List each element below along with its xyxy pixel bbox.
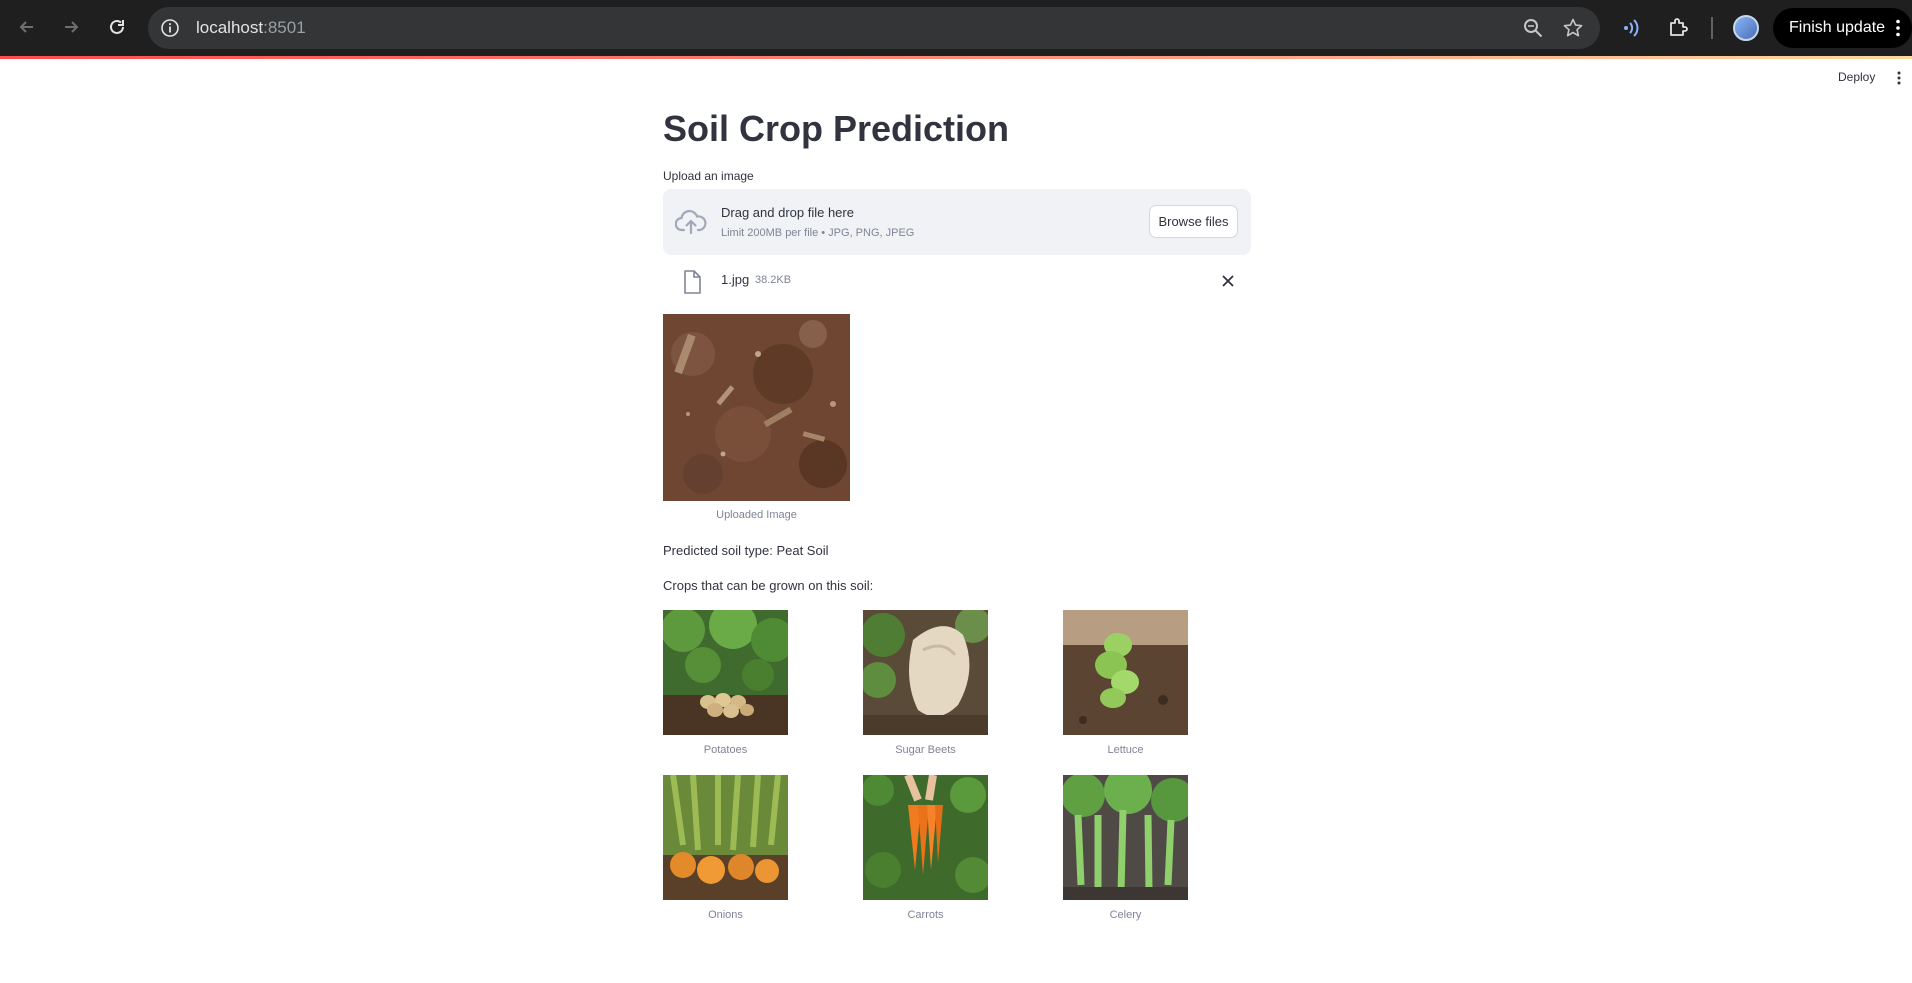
main-menu-icon[interactable] (1897, 71, 1901, 85)
arrow-left-icon (19, 21, 33, 33)
address-bar[interactable]: localhost:8501 (148, 7, 1600, 49)
crop-caption-onions: Onions (708, 909, 743, 921)
finish-update-label: Finish update (1789, 19, 1886, 36)
browse-files-button[interactable]: Browse files (1149, 205, 1238, 238)
extensions-puzzle-icon[interactable] (1666, 16, 1690, 40)
crop-caption-carrots: Carrots (907, 909, 944, 921)
crop-image-sugar-beets (863, 610, 988, 735)
crop-image-potatoes (663, 610, 788, 735)
crop-image-carrots (863, 775, 988, 900)
dropzone-title: Drag and drop file here (721, 205, 854, 220)
page-title: Soil Crop Prediction (663, 108, 1010, 149)
arrow-right-icon (65, 21, 79, 33)
crop-image-lettuce (1063, 610, 1188, 735)
url-port: :8501 (263, 18, 306, 37)
zoom-icon[interactable] (1522, 17, 1544, 39)
deploy-button[interactable]: Deploy (1838, 70, 1875, 84)
upload-label: Upload an image (663, 169, 754, 183)
browser-menu-icon[interactable] (1896, 19, 1900, 37)
finish-update-button[interactable]: Finish update (1773, 8, 1912, 48)
app-decoration-bar (0, 56, 1912, 59)
reload-button[interactable] (104, 14, 130, 40)
uploaded-image-caption: Uploaded Image (716, 509, 797, 521)
url-host: localhost (196, 18, 264, 37)
dropzone-subtitle: Limit 200MB per file • JPG, PNG, JPEG (721, 227, 915, 239)
back-button[interactable] (14, 14, 40, 40)
uploaded-file-row: 1.jpg 38.2KB (663, 266, 1251, 298)
crop-image-onions (663, 775, 788, 900)
uploaded-file-name: 1.jpg (721, 272, 750, 287)
bookmark-star-icon[interactable] (1562, 17, 1584, 39)
profile-avatar[interactable] (1733, 15, 1759, 41)
forward-button[interactable] (58, 14, 84, 40)
prediction-text: Predicted soil type: Peat Soil (663, 543, 829, 558)
site-info-icon[interactable] (160, 18, 180, 38)
crop-caption-sugar-beets: Sugar Beets (895, 744, 956, 756)
file-dropzone[interactable]: Drag and drop file here Limit 200MB per … (663, 189, 1251, 255)
crop-caption-potatoes: Potatoes (703, 744, 748, 756)
reload-icon (110, 19, 124, 34)
uploaded-file-size: 38.2KB (755, 274, 792, 286)
crop-caption-lettuce: Lettuce (1107, 744, 1144, 756)
crop-image-celery (1063, 775, 1188, 900)
crops-heading: Crops that can be grown on this soil: (663, 578, 874, 593)
crop-caption-celery: Celery (1109, 909, 1142, 921)
media-cast-icon[interactable] (1620, 16, 1644, 40)
uploaded-soil-image (663, 314, 850, 501)
toolbar-divider (1711, 17, 1713, 39)
browser-toolbar: localhost:8501 Finish update (0, 0, 1912, 56)
cloud-upload-icon (675, 210, 707, 235)
url-text: localhost:8501 (196, 18, 306, 38)
file-icon (684, 270, 701, 294)
remove-file-close-icon[interactable] (1221, 274, 1235, 288)
